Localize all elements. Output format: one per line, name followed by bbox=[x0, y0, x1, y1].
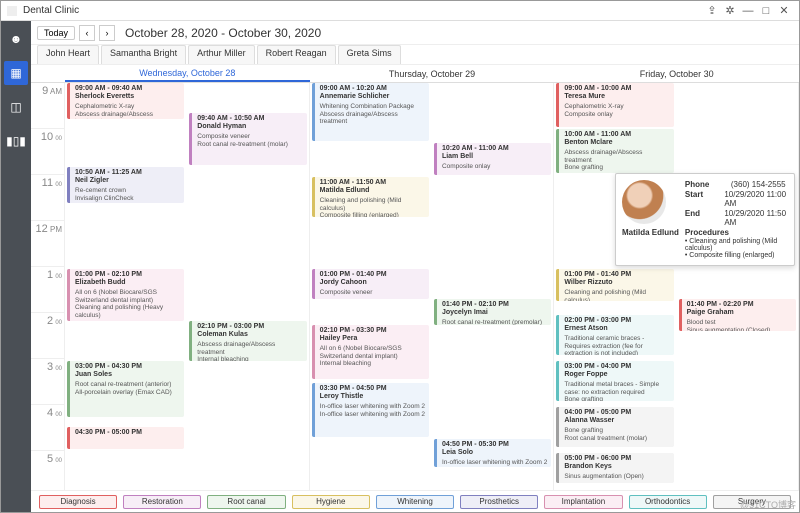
appointment[interactable]: 10:50 AM - 11:25 AMNeil ZiglerRe-cement … bbox=[67, 167, 184, 203]
hour-label: 11 00 bbox=[31, 175, 64, 221]
side-nav: ☻ ▦ ◫ ▮▯▮ bbox=[1, 21, 31, 512]
doctor-tabs: John HeartSamantha BrightArthur MillerRo… bbox=[31, 45, 799, 65]
appointment[interactable]: 01:40 PM - 02:20 PMPaige GrahamBlood tes… bbox=[679, 299, 796, 331]
prev-button[interactable]: ‹ bbox=[79, 25, 95, 41]
category-legend: Diagnosis Restoration Root canal Hygiene Whi… bbox=[31, 490, 799, 512]
appointment[interactable]: 03:00 PM - 04:00 PMRoger FoppeTraditiona… bbox=[556, 361, 673, 401]
legend-item[interactable]: Orthodontics bbox=[629, 495, 707, 509]
hour-label: 9 AM bbox=[31, 83, 64, 129]
appointment[interactable]: 04:50 PM - 05:30 PMLeia SoloIn-office la… bbox=[434, 439, 551, 467]
patient-avatar bbox=[622, 180, 666, 224]
share-icon[interactable]: ⇪ bbox=[703, 4, 721, 17]
day-column[interactable]: 09:00 AM - 10:20 AMAnnemarie SchlicherWh… bbox=[310, 83, 555, 490]
appointment[interactable]: 01:00 PM - 02:10 PMElizabeth BuddAll on … bbox=[67, 269, 184, 321]
today-button[interactable]: Today bbox=[37, 26, 75, 40]
day-column[interactable]: 09:00 AM - 10:00 AMTeresa MureCephalomet… bbox=[554, 83, 799, 490]
appointment[interactable]: 10:00 AM - 11:00 AMBenton MclareAbscess … bbox=[556, 129, 673, 173]
doctor-tab[interactable]: John Heart bbox=[37, 45, 99, 64]
appointment[interactable]: 11:00 AM - 11:50 AMMatilda EdlundCleanin… bbox=[312, 177, 429, 217]
date-range: October 28, 2020 - October 30, 2020 bbox=[125, 26, 321, 40]
hour-label: 10 00 bbox=[31, 129, 64, 175]
time-column: 9 AM10 0011 0012 PM1 002 003 004 005 00 bbox=[31, 83, 65, 490]
legend-item[interactable]: Hygiene bbox=[292, 495, 370, 509]
appointment[interactable]: 09:40 AM - 10:50 AMDonald HymanComposite… bbox=[189, 113, 306, 165]
nav-patients-icon[interactable]: ◫ bbox=[4, 95, 28, 119]
doctor-tab[interactable]: Arthur Miller bbox=[188, 45, 255, 64]
doctor-tab[interactable]: Robert Reagan bbox=[257, 45, 336, 64]
appointment[interactable]: 09:00 AM - 09:40 AMSherlock EverettsCeph… bbox=[67, 83, 184, 119]
nav-user-icon[interactable]: ☻ bbox=[4, 27, 28, 51]
appointment[interactable]: 05:00 PM - 06:00 PMBrandon KeysSinus aug… bbox=[556, 453, 673, 483]
day-column[interactable]: 09:00 AM - 09:40 AMSherlock EverettsCeph… bbox=[65, 83, 310, 490]
maximize-icon[interactable]: □ bbox=[757, 5, 775, 17]
doctor-tab[interactable]: Greta Sims bbox=[338, 45, 401, 64]
watermark: @51CTO博客 bbox=[740, 498, 796, 511]
legend-item[interactable]: Implantation bbox=[544, 495, 622, 509]
hour-label: 4 00 bbox=[31, 405, 64, 451]
legend-item[interactable]: Prosthetics bbox=[460, 495, 538, 509]
legend-item[interactable]: Restoration bbox=[123, 495, 201, 509]
next-button[interactable]: › bbox=[99, 25, 115, 41]
hour-label: 5 00 bbox=[31, 451, 64, 490]
appointment[interactable]: 09:00 AM - 10:00 AMTeresa MureCephalomet… bbox=[556, 83, 673, 127]
titlebar: Dental Clinic ⇪ ✲ — □ ✕ bbox=[1, 1, 799, 21]
day-headers: Wednesday, October 28Thursday, October 2… bbox=[31, 65, 799, 83]
day-header[interactable]: Friday, October 30 bbox=[554, 65, 799, 82]
legend-item[interactable]: Root canal bbox=[207, 495, 285, 509]
day-header[interactable]: Wednesday, October 28 bbox=[65, 65, 310, 82]
day-header[interactable]: Thursday, October 29 bbox=[310, 65, 555, 82]
hour-label: 12 PM bbox=[31, 221, 64, 267]
nav-calendar-icon[interactable]: ▦ bbox=[4, 61, 28, 85]
appointment[interactable]: 02:00 PM - 03:00 PMErnest AtsonTradition… bbox=[556, 315, 673, 355]
nav-analytics-icon[interactable]: ▮▯▮ bbox=[4, 129, 28, 153]
hour-label: 1 00 bbox=[31, 267, 64, 313]
minimize-icon[interactable]: — bbox=[739, 5, 757, 17]
toolbar: Today ‹ › October 28, 2020 - October 30,… bbox=[31, 21, 799, 45]
appointment[interactable]: 04:30 PM - 05:00 PM bbox=[67, 427, 184, 449]
appointment[interactable]: 03:30 PM - 04:50 PMLeroy ThistleIn-offic… bbox=[312, 383, 429, 437]
legend-item[interactable]: Diagnosis bbox=[39, 495, 117, 509]
hour-label: 2 00 bbox=[31, 313, 64, 359]
hour-label: 3 00 bbox=[31, 359, 64, 405]
popup-patient-name: Matilda Edlund bbox=[622, 228, 679, 237]
doctor-tab[interactable]: Samantha Bright bbox=[101, 45, 186, 64]
appointment[interactable]: 01:40 PM - 02:10 PMJoycelyn ImaiRoot can… bbox=[434, 299, 551, 325]
app-title: Dental Clinic bbox=[23, 5, 79, 16]
legend-item[interactable]: Whitening bbox=[376, 495, 454, 509]
appointment[interactable]: 01:00 PM - 01:40 PMJordy CahoonComposite… bbox=[312, 269, 429, 299]
calendar-grid[interactable]: 9 AM10 0011 0012 PM1 002 003 004 005 00 … bbox=[31, 83, 799, 490]
appointment[interactable]: 02:10 PM - 03:30 PMHailey PeraAll on 6 (… bbox=[312, 325, 429, 379]
appointment-popup[interactable]: Matilda Edlund Phone(360) 154-2555 Start… bbox=[615, 173, 795, 266]
settings-icon[interactable]: ✲ bbox=[721, 4, 739, 17]
appointment[interactable]: 01:00 PM - 01:40 PMWilber RizzutoCleanin… bbox=[556, 269, 673, 301]
appointment[interactable]: 10:20 AM - 11:00 AMLiam BellComposite on… bbox=[434, 143, 551, 175]
close-icon[interactable]: ✕ bbox=[775, 4, 793, 17]
appointment[interactable]: 02:10 PM - 03:00 PMColeman KulasAbscess … bbox=[189, 321, 306, 361]
appointment[interactable]: 04:00 PM - 05:00 PMAlanna WasserBone gra… bbox=[556, 407, 673, 447]
app-logo bbox=[7, 6, 17, 16]
appointment[interactable]: 03:00 PM - 04:30 PMJuan SolesRoot canal … bbox=[67, 361, 184, 417]
appointment[interactable]: 09:00 AM - 10:20 AMAnnemarie SchlicherWh… bbox=[312, 83, 429, 141]
